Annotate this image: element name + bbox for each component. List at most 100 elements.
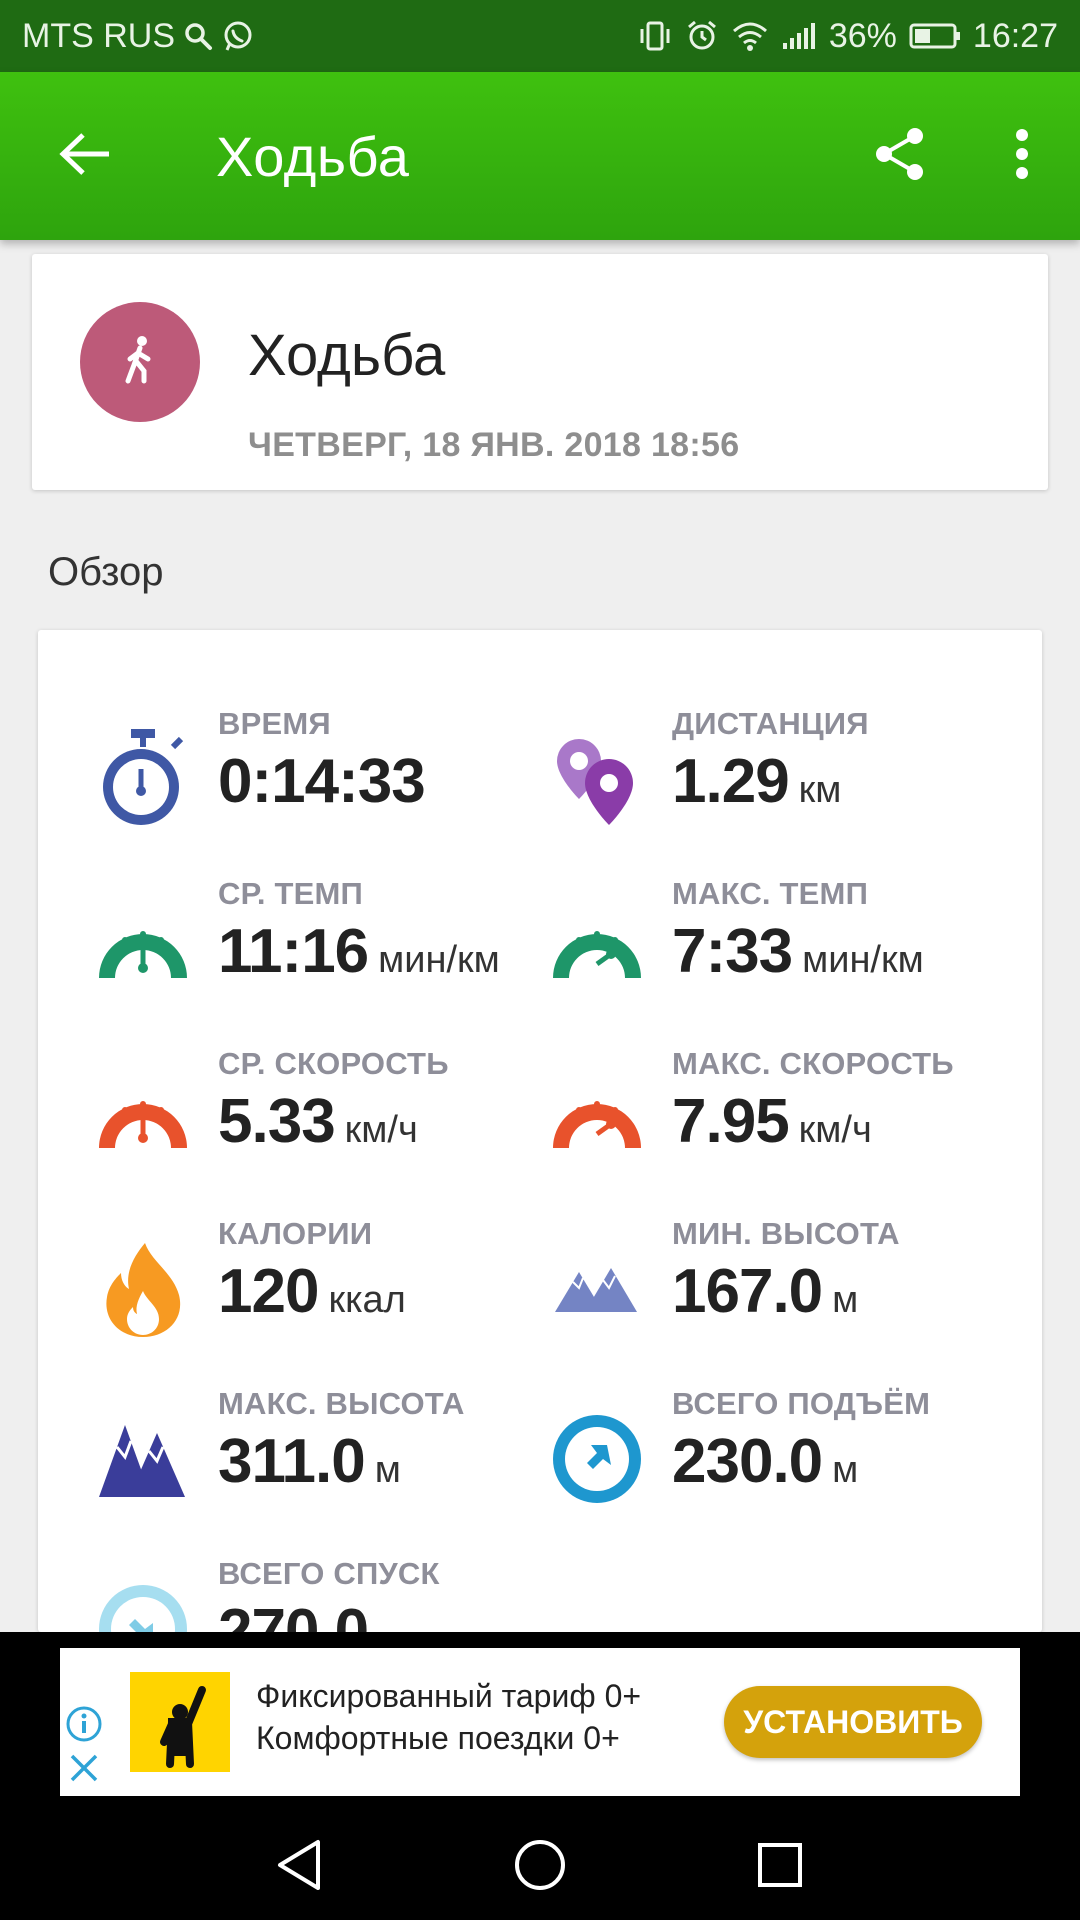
stat-unit: км/ч	[344, 1109, 418, 1151]
overview-card: ВРЕМЯ 0:14:33 ДИСТАНЦИЯ 1.29 км СР. ТЕМП …	[38, 630, 1042, 1632]
stat-label: МАКС. ВЫСОТА	[218, 1386, 465, 1421]
search-icon	[183, 21, 213, 51]
more-options-button[interactable]	[998, 120, 1046, 192]
map-pins-icon	[542, 724, 652, 834]
stat-value-row: 167.0 м	[672, 1256, 858, 1327]
nav-back-button[interactable]	[264, 1832, 334, 1902]
stat-value-row: 230.0 м	[672, 1426, 858, 1497]
stat-max-speed: МАКС. СКОРОСТЬ 7.95 км/ч	[542, 1046, 1022, 1186]
carrier-name: MTS RUS	[22, 16, 175, 55]
activity-date: ЧЕТВЕРГ, 18 ЯНВ. 2018 18:56	[248, 426, 740, 464]
stat-label: ВСЕГО СПУСК	[218, 1556, 440, 1591]
stat-value-row: 11:16 мин/км	[218, 916, 500, 987]
stat-unit: мин/км	[802, 939, 924, 981]
stat-unit: м	[832, 1279, 859, 1321]
activity-avatar	[80, 302, 200, 422]
stat-value: 167.0	[672, 1257, 823, 1326]
stat-value-row: 7:33 мин/км	[672, 916, 924, 987]
activity-header-card: Ходьба ЧЕТВЕРГ, 18 ЯНВ. 2018 18:56	[32, 254, 1048, 490]
stat-min-altitude: МИН. ВЫСОТА 167.0 м	[542, 1216, 1022, 1356]
circle-home-icon	[513, 1838, 567, 1897]
triangle-back-icon	[274, 1838, 324, 1897]
ad-banner[interactable]: Фиксированный тариф 0+ Комфортные поездк…	[60, 1648, 1020, 1796]
navigation-bar	[0, 1810, 1080, 1920]
stat-value: 7.95	[672, 1087, 790, 1156]
stat-unit: ккал	[328, 1279, 406, 1321]
stat-value-row: 1.29 км	[672, 746, 841, 817]
status-left: MTS RUS	[22, 17, 255, 56]
stat-label: ВСЕГО ПОДЪЁМ	[672, 1386, 931, 1421]
stat-value-row: 311.0 м	[218, 1426, 401, 1497]
battery-icon	[909, 22, 961, 50]
ad-image[interactable]	[130, 1672, 230, 1772]
stat-value: 311.0	[218, 1427, 366, 1496]
stat-unit: м	[374, 1449, 401, 1491]
flame-icon	[88, 1234, 198, 1344]
share-icon	[871, 125, 929, 188]
ad-line-2: Комфортные поездки 0+	[256, 1720, 620, 1756]
stat-value: 270.0	[218, 1597, 369, 1632]
stat-label: СР. СКОРОСТЬ	[218, 1046, 449, 1081]
stat-unit: км	[798, 769, 842, 811]
stat-avg-pace: СР. ТЕМП 11:16 мин/км	[88, 876, 568, 1016]
stat-time: ВРЕМЯ 0:14:33	[88, 706, 568, 846]
stat-unit: км/ч	[798, 1109, 872, 1151]
stat-total-descent: ВСЕГО СПУСК 270.0	[88, 1556, 568, 1632]
stat-total-ascent: ВСЕГО ПОДЪЁМ 230.0 м	[542, 1386, 1022, 1526]
stat-value: 7:33	[672, 917, 793, 986]
stat-value: 120	[218, 1257, 319, 1326]
vibrate-icon	[637, 19, 673, 53]
stat-label: МАКС. СКОРОСТЬ	[672, 1046, 954, 1081]
stopwatch-icon	[88, 724, 198, 834]
stat-label: ДИСТАНЦИЯ	[672, 706, 869, 741]
back-button[interactable]	[50, 121, 120, 191]
close-icon[interactable]	[64, 1748, 104, 1788]
ascent-icon	[542, 1404, 652, 1514]
speed-gauge-icon	[542, 1064, 652, 1174]
nav-home-button[interactable]	[505, 1832, 575, 1902]
stat-label: МАКС. ТЕМП	[672, 876, 869, 911]
stat-unit: мин/км	[378, 939, 500, 981]
wifi-icon	[731, 20, 769, 52]
info-icon[interactable]	[64, 1704, 104, 1744]
stat-value: 5.33	[218, 1087, 336, 1156]
stat-value-row: 0:14:33	[218, 746, 435, 817]
walking-icon	[120, 335, 160, 390]
stat-avg-speed: СР. СКОРОСТЬ 5.33 км/ч	[88, 1046, 568, 1186]
stat-unit: м	[832, 1449, 859, 1491]
stat-value-row: 7.95 км/ч	[672, 1086, 872, 1157]
install-button[interactable]: УСТАНОВИТЬ	[724, 1686, 982, 1758]
share-button[interactable]	[864, 120, 936, 192]
ad-line-1: Фиксированный тариф 0+	[256, 1678, 642, 1714]
nav-recents-button[interactable]	[745, 1832, 815, 1902]
stat-label: МИН. ВЫСОТА	[672, 1216, 900, 1251]
page-title: Ходьба	[216, 124, 410, 188]
more-vert-icon	[1015, 128, 1029, 185]
battery-percent: 36%	[828, 16, 897, 55]
pace-gauge-icon	[542, 894, 652, 1004]
mountains-icon	[88, 1404, 198, 1514]
stat-value-row: 270.0	[218, 1596, 378, 1632]
activity-name: Ходьба	[248, 323, 446, 388]
stat-max-pace: МАКС. ТЕМП 7:33 мин/км	[542, 876, 1022, 1016]
alarm-icon	[685, 19, 719, 53]
stat-value: 0:14:33	[218, 747, 426, 816]
speed-gauge-icon	[88, 1064, 198, 1174]
status-bar: MTS RUS 36% 16:27	[0, 0, 1080, 72]
section-title: Обзор	[48, 550, 164, 594]
stat-label: ВРЕМЯ	[218, 706, 331, 741]
stat-label: КАЛОРИИ	[218, 1216, 373, 1251]
square-recents-icon	[755, 1840, 805, 1895]
stat-label: СР. ТЕМП	[218, 876, 363, 911]
whatsapp-icon	[221, 19, 255, 53]
stat-calories: КАЛОРИИ 120 ккал	[88, 1216, 568, 1356]
stat-value: 230.0	[672, 1427, 823, 1496]
stat-distance: ДИСТАНЦИЯ 1.29 км	[542, 706, 1022, 846]
pace-gauge-icon	[88, 894, 198, 1004]
mountains-icon	[542, 1234, 652, 1344]
stat-value: 1.29	[672, 747, 790, 816]
stat-value-row: 5.33 км/ч	[218, 1086, 418, 1157]
back-arrow-icon	[59, 132, 111, 181]
signal-icon	[781, 21, 817, 51]
stat-value: 11:16	[218, 917, 369, 986]
